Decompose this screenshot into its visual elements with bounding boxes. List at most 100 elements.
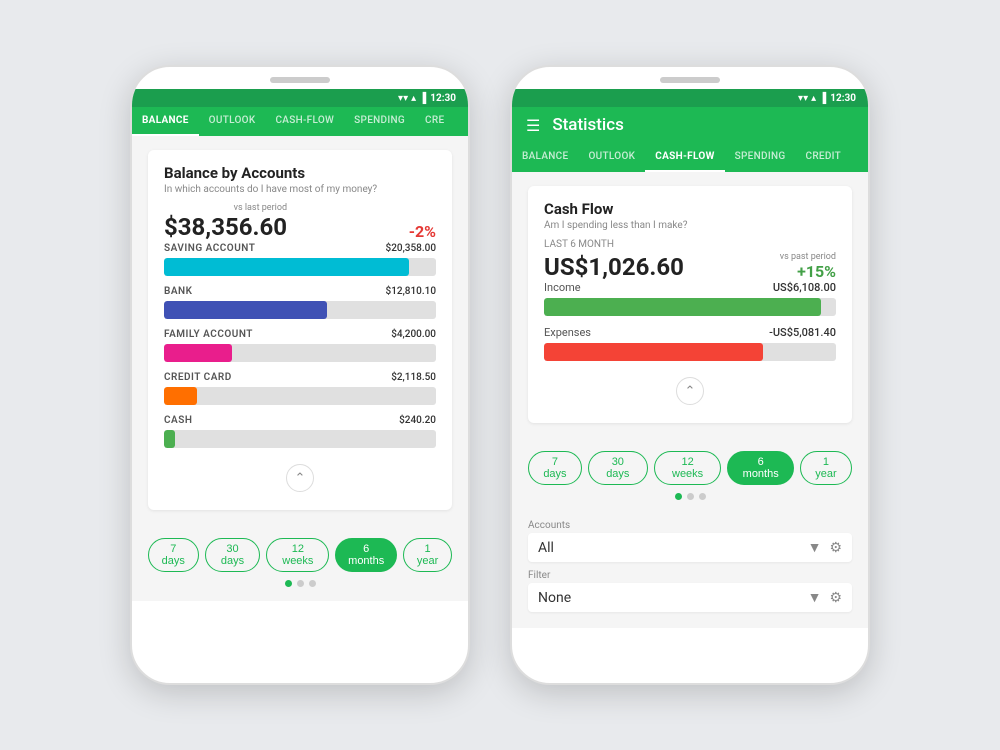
tab-outlook-right[interactable]: OUTLOOK <box>578 143 645 172</box>
account-row-family: FAMILY ACCOUNT $4,200.00 <box>164 329 436 362</box>
filter-gear-icon[interactable]: ⚙ <box>829 590 842 606</box>
filter-filter-value: None <box>538 590 571 606</box>
flow-amount-income: US$6,108.00 <box>773 281 836 294</box>
account-row-bank: BANK $12,810.10 <box>164 286 436 319</box>
balance-card: Balance by Accounts In which accounts do… <box>148 150 452 510</box>
time-btn-30days-left[interactable]: 30 days <box>205 538 261 572</box>
tab-balance-left[interactable]: BALANCE <box>132 107 199 136</box>
tab-credit-left[interactable]: CRE <box>415 107 454 136</box>
battery-icon-right: ▐ <box>819 93 826 104</box>
account-row-saving: SAVING ACCOUNT $20,358.00 <box>164 243 436 276</box>
bar-fill-income <box>544 298 821 316</box>
wifi-icon-right: ▴ <box>811 93 816 104</box>
bottom-section-right: 7 days 30 days 12 weeks 6 months 1 year <box>512 443 868 514</box>
period-label: LAST 6 MONTH <box>544 239 836 250</box>
dots-row-left <box>148 580 452 587</box>
account-amount-bank: $12,810.10 <box>386 286 436 297</box>
flow-name-income: Income <box>544 281 581 294</box>
tab-spending-right[interactable]: SPENDING <box>725 143 796 172</box>
tab-outlook-left[interactable]: OUTLOOK <box>199 107 266 136</box>
status-icons-right: ▾▾ ▴ ▐ <box>798 93 826 104</box>
status-icons-left: ▾▾ ▴ ▐ <box>398 93 426 104</box>
wifi-icon: ▴ <box>411 93 416 104</box>
change-pct-right: +15% <box>780 262 836 281</box>
signal-icon-right: ▾▾ <box>798 93 808 104</box>
bar-fill-credit <box>164 387 197 405</box>
filter-filter-row[interactable]: None ▼ ⚙ <box>528 583 852 612</box>
tab-credit-right[interactable]: CREDIT <box>795 143 851 172</box>
bar-track-bank <box>164 301 436 319</box>
dot-3-right <box>699 493 706 500</box>
account-name-bank: BANK <box>164 286 192 297</box>
bar-track-cash <box>164 430 436 448</box>
hamburger-icon[interactable]: ☰ <box>526 116 540 135</box>
card-subtitle-left: In which accounts do I have most of my m… <box>164 184 436 195</box>
account-name-family: FAMILY ACCOUNT <box>164 329 253 340</box>
time-btn-7days-right[interactable]: 7 days <box>528 451 582 485</box>
amount-row-left: vs last period $38,356.60 -2% <box>164 203 436 241</box>
accounts-dropdown-arrow[interactable]: ▼ <box>808 539 822 556</box>
accounts-filter-label: Accounts <box>528 520 852 531</box>
account-amount-cash: $240.20 <box>399 415 436 426</box>
time-btn-6months-left[interactable]: 6 months <box>335 538 397 572</box>
accounts-filter-row[interactable]: All ▼ ⚙ <box>528 533 852 562</box>
phone-right: ▾▾ ▴ ▐ 12:30 ☰ Statistics BALANCE OUTLOO… <box>510 65 870 685</box>
dots-row-right <box>528 493 852 500</box>
cashflow-card: Cash Flow Am I spending less than I make… <box>528 186 852 423</box>
bar-fill-bank <box>164 301 327 319</box>
time-btn-6months-right[interactable]: 6 months <box>727 451 793 485</box>
tab-bar-left: BALANCE OUTLOOK CASH-FLOW SPENDING CRE <box>132 107 468 136</box>
dot-2-right <box>687 493 694 500</box>
account-row-credit: CREDIT CARD $2,118.50 <box>164 372 436 405</box>
main-amount-left: $38,356.60 <box>164 213 287 241</box>
bar-fill-expenses <box>544 343 763 361</box>
vs-right-block: vs past period +15% <box>780 252 836 281</box>
tab-balance-right[interactable]: BALANCE <box>512 143 578 172</box>
time-btn-12weeks-left[interactable]: 12 weeks <box>266 538 329 572</box>
dot-1-left <box>285 580 292 587</box>
chevron-up-button-left[interactable]: ⌃ <box>286 464 314 492</box>
bottom-section-left: 7 days 30 days 12 weeks 6 months 1 year <box>132 530 468 601</box>
accounts-filter-value: All <box>538 540 554 556</box>
time-filter-row-left: 7 days 30 days 12 weeks 6 months 1 year <box>148 538 452 572</box>
vs-label-right: vs past period <box>780 252 836 262</box>
content-left: Balance by Accounts In which accounts do… <box>132 136 468 530</box>
account-name-saving: SAVING ACCOUNT <box>164 243 255 254</box>
filter-filter-icons: ▼ ⚙ <box>808 589 842 606</box>
flow-row-income: Income US$6,108.00 <box>544 281 836 316</box>
flow-amount-expenses: -US$5,081.40 <box>769 326 836 339</box>
bar-track-expenses <box>544 343 836 361</box>
tab-spending-left[interactable]: SPENDING <box>344 107 415 136</box>
time-btn-7days-left[interactable]: 7 days <box>148 538 199 572</box>
battery-icon: ▐ <box>419 93 426 104</box>
tab-cashflow-left[interactable]: CASH-FLOW <box>265 107 344 136</box>
time-left: 12:30 <box>430 93 456 104</box>
app-title: Statistics <box>552 115 623 135</box>
phone-speaker-right <box>660 77 720 83</box>
change-pct-left: -2% <box>409 222 436 241</box>
phone-speaker-left <box>270 77 330 83</box>
filter-dropdown-arrow[interactable]: ▼ <box>808 589 822 606</box>
signal-icon: ▾▾ <box>398 93 408 104</box>
chevron-up-button-right[interactable]: ⌃ <box>676 377 704 405</box>
bar-fill-cash <box>164 430 175 448</box>
bar-track-income <box>544 298 836 316</box>
time-btn-1year-right[interactable]: 1 year <box>800 451 852 485</box>
chevron-row-left: ⌃ <box>164 458 436 494</box>
bar-track-credit <box>164 387 436 405</box>
time-btn-30days-right[interactable]: 30 days <box>588 451 648 485</box>
bar-fill-saving <box>164 258 409 276</box>
card-title-left: Balance by Accounts <box>164 164 436 182</box>
account-amount-family: $4,200.00 <box>391 329 436 340</box>
accounts-gear-icon[interactable]: ⚙ <box>829 540 842 556</box>
bar-track-family <box>164 344 436 362</box>
vs-label-left: vs last period <box>164 203 287 213</box>
chevron-row-right: ⌃ <box>544 371 836 407</box>
tab-cashflow-right[interactable]: CASH-FLOW <box>645 143 724 172</box>
time-btn-12weeks-right[interactable]: 12 weeks <box>654 451 722 485</box>
flow-name-expenses: Expenses <box>544 326 591 339</box>
account-amount-credit: $2,118.50 <box>391 372 436 383</box>
time-btn-1year-left[interactable]: 1 year <box>403 538 452 572</box>
dot-2-left <box>297 580 304 587</box>
flow-row-expenses: Expenses -US$5,081.40 <box>544 326 836 361</box>
